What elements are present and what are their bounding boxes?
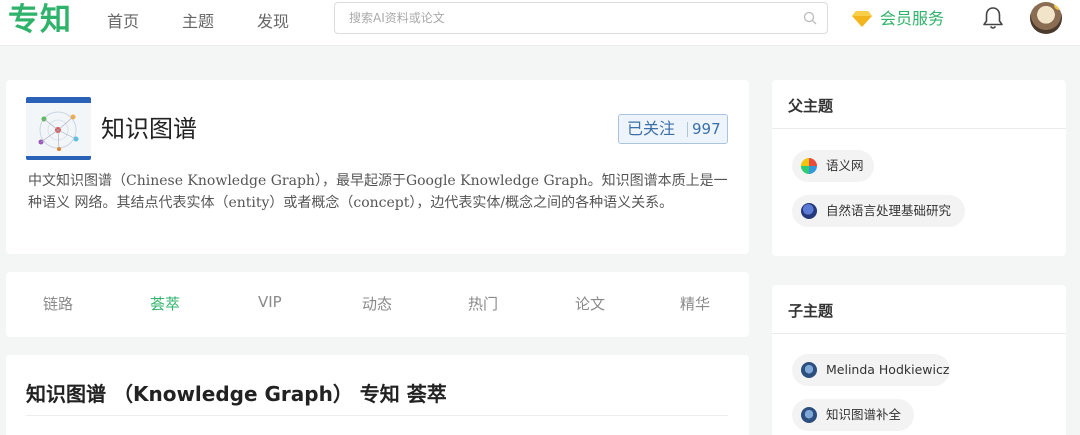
top-header: 专知 首页 主题 发现 会员服务	[0, 0, 1080, 46]
search-box	[334, 2, 828, 34]
knowledge-graph-thumbnail-icon	[26, 97, 91, 160]
parent-topics-divider	[772, 128, 1066, 129]
child-topics-card: 子主题 Melinda Hodkiewicz 知识图谱补全	[772, 285, 1066, 435]
nav-home[interactable]: 首页	[107, 8, 139, 32]
article-divider	[26, 415, 728, 416]
parent-topics-card: 父主题 语义网 自然语言处理基础研究	[772, 80, 1066, 256]
parent-topic-chip-nlp[interactable]: 自然语言处理基础研究	[792, 195, 965, 227]
tab-vip[interactable]: VIP	[258, 293, 282, 311]
person-icon	[801, 362, 817, 378]
site-logo[interactable]: 专知	[8, 0, 72, 40]
avatar-badge-icon	[1054, 2, 1062, 10]
topic-header-card: 知识图谱 已关注 997 中文知识图谱（Chinese Knowledge Gr…	[6, 80, 749, 254]
tab-activity[interactable]: 动态	[362, 293, 392, 314]
topic-thumbnail	[26, 97, 91, 160]
diamond-icon	[852, 11, 872, 27]
article-card: 知识图谱 （Knowledge Graph） 专知 荟萃	[6, 355, 749, 435]
follow-label: 已关注	[627, 119, 676, 138]
follow-divider	[687, 122, 688, 137]
parent-topic-label: 语义网	[826, 158, 864, 173]
article-title[interactable]: 知识图谱 （Knowledge Graph） 专知 荟萃	[26, 380, 447, 408]
kg-completion-icon	[801, 407, 817, 423]
tab-links[interactable]: 链路	[43, 293, 73, 314]
parent-topics-heading: 父主题	[788, 97, 834, 115]
search-icon[interactable]	[803, 11, 817, 25]
child-topic-chip-kg-completion[interactable]: 知识图谱补全	[792, 399, 914, 431]
follow-button[interactable]: 已关注 997	[618, 114, 728, 144]
parent-topic-label: 自然语言处理基础研究	[826, 203, 952, 218]
search-input[interactable]	[349, 9, 779, 27]
child-topics-heading: 子主题	[788, 302, 834, 320]
child-topic-label: 知识图谱补全	[826, 407, 902, 422]
child-topics-divider	[772, 333, 1066, 334]
nlp-icon	[801, 203, 817, 219]
parent-topic-chip-semantic-web[interactable]: 语义网	[792, 150, 874, 182]
tab-featured[interactable]: 精华	[680, 293, 710, 314]
child-topic-chip-melinda[interactable]: Melinda Hodkiewicz	[792, 354, 950, 386]
nav-discover[interactable]: 发现	[257, 8, 289, 32]
topic-description: 中文知识图谱（Chinese Knowledge Graph），最早起源于Goo…	[28, 173, 728, 211]
vip-label: 会员服务	[880, 9, 945, 28]
tab-hot[interactable]: 热门	[468, 293, 498, 314]
semantic-web-icon	[801, 158, 817, 174]
topic-tabs: 链路 荟萃 VIP 动态 热门 论文 精华	[6, 272, 749, 337]
child-topic-label: Melinda Hodkiewicz	[826, 362, 950, 377]
notification-bell-icon[interactable]	[981, 5, 1005, 31]
topic-title: 知识图谱	[101, 115, 197, 143]
tab-papers[interactable]: 论文	[575, 293, 605, 314]
tab-digest[interactable]: 荟萃	[150, 293, 180, 314]
nav-topics[interactable]: 主题	[182, 8, 214, 32]
follower-count: 997	[692, 120, 721, 138]
user-avatar[interactable]	[1030, 2, 1062, 34]
